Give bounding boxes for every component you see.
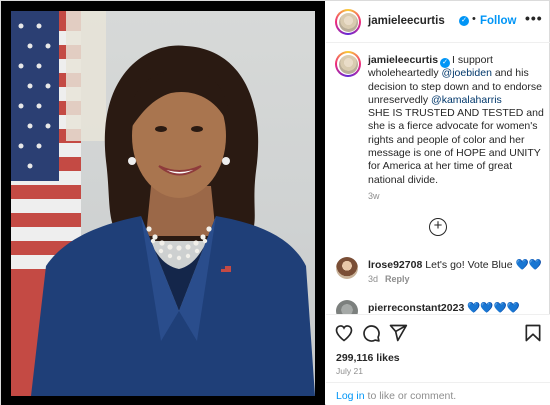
login-suffix: to like or comment. <box>364 390 457 402</box>
post-media[interactable] <box>1 1 325 405</box>
login-prompt: Log in to like or comment. <box>326 382 550 405</box>
comment-text: 💙💙💙💙 <box>467 302 520 314</box>
like-count[interactable]: 299,116 likes <box>336 352 400 364</box>
comment-username[interactable]: pierreconstant2023 <box>368 302 464 314</box>
action-bar: 299,116 likes July 21 Log in to like or … <box>326 314 550 405</box>
comment-icon[interactable] <box>361 323 381 343</box>
separator-dot: • <box>472 13 476 25</box>
reply-button[interactable]: Reply <box>385 274 410 284</box>
comment-age: 3d <box>368 274 379 284</box>
author-avatar[interactable] <box>335 9 361 35</box>
plus-circle-icon[interactable]: + <box>429 218 447 236</box>
portrait-illustration <box>11 11 315 396</box>
login-text: Log in to like or comment. <box>336 390 456 402</box>
post-header: jamieleecurtis ✓ • Follow ••• <box>326 1 550 43</box>
verified-badge-icon: ✓ <box>459 16 469 26</box>
post-caption: jamieleecurtis ✓ I support wholeheartedly … <box>368 54 546 187</box>
commenter-avatar[interactable] <box>336 257 358 279</box>
heart-icon[interactable] <box>334 323 354 343</box>
caption-author-avatar[interactable] <box>335 51 361 77</box>
mention-joebiden[interactable]: @joebiden <box>442 67 492 79</box>
comment-username[interactable]: lrose92708 <box>368 259 422 271</box>
caption-text-3: SHE IS TRUSTED AND TESTED and she is a f… <box>368 107 544 186</box>
author-username[interactable]: jamieleecurtis <box>368 15 445 27</box>
instagram-post: jamieleecurtis ✓ • Follow ••• jamieleecu… <box>0 0 550 405</box>
share-icon[interactable] <box>388 323 408 343</box>
comment-meta: 3d Reply <box>368 274 410 284</box>
comment-text: Let's go! Vote Blue 💙💙 <box>425 259 542 271</box>
post-side-panel: jamieleecurtis ✓ • Follow ••• jamieleecu… <box>326 1 550 405</box>
mention-kamalaharris[interactable]: @kamalaharris <box>431 94 502 106</box>
login-link[interactable]: Log in <box>336 390 365 402</box>
follow-button[interactable]: Follow <box>480 15 516 27</box>
caption-username[interactable]: jamieleecurtis <box>368 54 438 66</box>
comment: pierreconstant2023 💙💙💙💙 <box>368 301 520 314</box>
verified-badge-icon: ✓ <box>440 58 451 68</box>
portrait-photo <box>11 11 315 396</box>
post-date: July 21 <box>336 366 363 376</box>
more-icon[interactable]: ••• <box>525 10 543 26</box>
post-age: 3w <box>368 191 380 201</box>
comment: lrose92708 Let's go! Vote Blue 💙💙 <box>368 258 542 271</box>
bookmark-icon[interactable] <box>523 323 543 343</box>
